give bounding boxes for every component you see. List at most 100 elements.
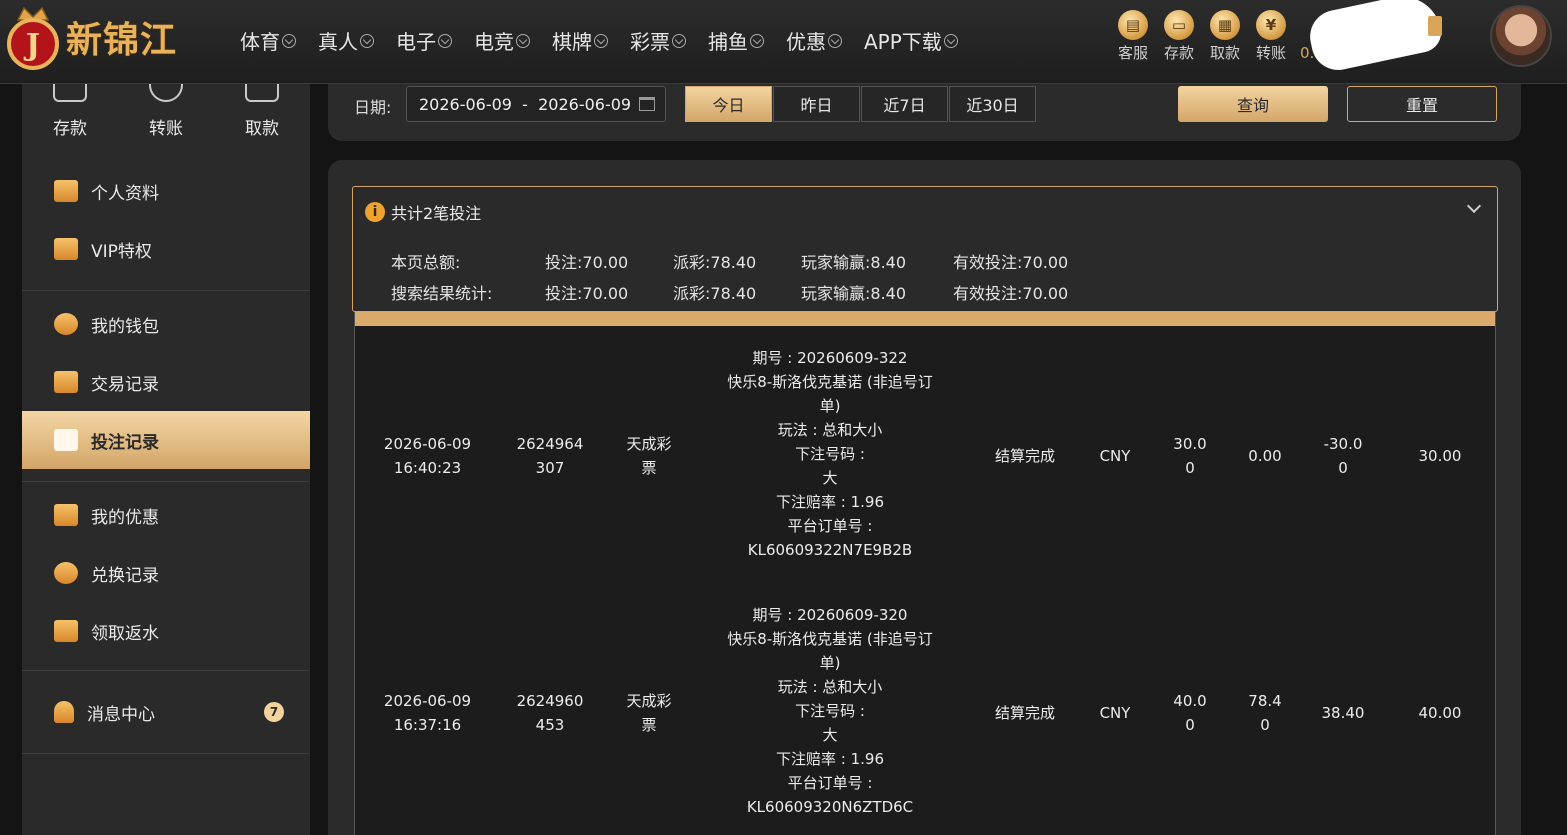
nav-fishing[interactable]: 捕鱼 [708, 26, 764, 55]
quick-transfer[interactable]: ¥ 转账 [1248, 10, 1294, 63]
withdraw-icon [245, 84, 279, 102]
sidebar-item-messages[interactable]: 消息中心 7 [22, 675, 310, 749]
summary-label: 本页总额: [391, 253, 461, 272]
bet-valid-amount: 40.00 [1418, 704, 1462, 722]
document-icon [54, 429, 78, 451]
sidebar-item-vip[interactable]: VIP特权 [22, 220, 310, 278]
chevron-down-icon [360, 33, 374, 48]
bet-payout: 78.4 0 [1248, 692, 1282, 734]
reset-button[interactable]: 重置 [1347, 86, 1497, 122]
sidebar-action-label: 转账 [149, 119, 183, 139]
sidebar-withdraw[interactable]: 取款 [214, 84, 310, 146]
bet-detail: 期号 : 20260609-320 快乐8-斯洛伐克基诺 (非追号订 单) 玩法… [727, 606, 933, 816]
range-yesterday-button[interactable]: 昨日 [773, 86, 860, 122]
nav-label: 捕鱼 [708, 30, 748, 54]
brand-name: 新锦江 [66, 19, 178, 61]
document-icon [54, 620, 78, 642]
sidebar-item-rebate[interactable]: 领取返水 [22, 602, 310, 660]
account-sidebar: 存款 转账 取款 个人资料 VIP特权 我的钱包 交易记录 投注记录 我的优惠 … [22, 84, 310, 835]
range-today-button[interactable]: 今日 [685, 86, 772, 122]
chevron-down-icon[interactable] [1466, 198, 1482, 214]
summary-valid-bet: 有效投注:70.00 [953, 253, 1069, 272]
sidebar-group-messages: 消息中心 7 [22, 670, 310, 754]
nav-label: 真人 [318, 30, 358, 54]
date-range-value: 2026-06-09 - 2026-06-09 [419, 94, 632, 114]
sidebar-item-label: VIP特权 [91, 241, 152, 262]
nav-sports[interactable]: 体育 [240, 26, 296, 55]
bet-game: 天成彩票 [626, 435, 672, 477]
bet-currency: CNY [1099, 704, 1131, 722]
sidebar-item-label: 消息中心 [87, 704, 155, 725]
sidebar-item-label: 兑换记录 [91, 565, 159, 586]
sidebar-group-finance: 我的钱包 交易记录 投注记录 [22, 290, 310, 473]
quick-links: ▤ 客服 ▭ 存款 ▦ 取款 ¥ 转账 [1110, 10, 1294, 63]
nav-app-download[interactable]: APP下载 [864, 26, 958, 55]
bell-icon [54, 701, 74, 723]
table-row[interactable]: 2026-06-09 16:37:16 2624960 453 天成彩票 期号 : … [355, 583, 1495, 835]
nav-label: 棋牌 [552, 30, 592, 54]
quick-withdraw[interactable]: ▦ 取款 [1202, 10, 1248, 63]
chevron-down-icon [943, 33, 958, 48]
atm-icon: ▦ [1210, 10, 1240, 40]
document-icon [54, 371, 78, 393]
range-30days-button[interactable]: 近30日 [949, 86, 1036, 122]
nav-promotions[interactable]: 优惠 [786, 26, 842, 55]
chevron-down-icon [516, 33, 530, 48]
date-range-picker[interactable]: 2026-06-09 - 2026-06-09 [406, 86, 666, 122]
nav-label: 体育 [240, 30, 280, 54]
sidebar-item-transactions[interactable]: 交易记录 [22, 353, 310, 411]
info-icon: i [365, 202, 385, 222]
table-header [355, 312, 1495, 326]
sidebar-item-wallet[interactable]: 我的钱包 [22, 295, 310, 353]
chevron-down-icon [828, 33, 842, 48]
summary-header: i 共计2笔投注 [365, 200, 481, 224]
sidebar-deposit[interactable]: 存款 [22, 84, 118, 146]
sidebar-item-profile[interactable]: 个人资料 [22, 162, 310, 220]
sidebar-group-promos: 我的优惠 兑换记录 领取返水 [22, 481, 310, 664]
sidebar-group-profile: 个人资料 VIP特权 [22, 146, 310, 282]
nav-label: 电竞 [474, 30, 514, 54]
summary-bet: 投注:70.00 [545, 253, 629, 272]
sidebar-item-my-promos[interactable]: 我的优惠 [22, 486, 310, 544]
brand-logo[interactable]: J 新锦江 [4, 4, 177, 70]
nav-lottery[interactable]: 彩票 [630, 26, 686, 55]
summary-player-win: 玩家输赢:8.40 [801, 284, 907, 303]
table-row[interactable]: 2026-06-09 16:40:23 2624964 307 天成彩票 期号 : … [355, 326, 1495, 583]
wallet-icon: ▭ [1164, 10, 1194, 40]
balance-refresh-icon[interactable] [1428, 16, 1442, 36]
quick-label: 转账 [1255, 44, 1286, 62]
sidebar-item-label: 领取返水 [91, 623, 159, 644]
top-header: J 新锦江 体育 真人 电子 电竞 棋牌 彩票 捕鱼 优惠 APP下载 ▤ 客服… [0, 0, 1567, 84]
bet-summary: i 共计2笔投注 本页总额: 投注:70.00 派彩:78.40 玩家输赢:8.… [352, 186, 1498, 312]
piggy-bank-icon [54, 313, 78, 335]
bet-detail: 期号 : 20260609-322 快乐8-斯洛伐克基诺 (非追号订 单) 玩法… [727, 349, 933, 559]
summary-title: 共计2笔投注 [391, 204, 482, 223]
nav-live-casino[interactable]: 真人 [318, 26, 374, 55]
query-button[interactable]: 查询 [1178, 86, 1328, 122]
nav-slots[interactable]: 电子 [396, 26, 452, 55]
yuan-icon: ¥ [1256, 10, 1286, 40]
sidebar-transfer[interactable]: 转账 [118, 84, 214, 146]
range-7days-button[interactable]: 近7日 [861, 86, 948, 122]
chevron-down-icon [438, 33, 452, 48]
bet-status: 结算完成 [994, 704, 1055, 722]
avatar[interactable] [1490, 5, 1552, 67]
nav-esports[interactable]: 电竞 [474, 26, 530, 55]
nav-chess[interactable]: 棋牌 [552, 26, 608, 55]
chevron-down-icon [282, 33, 296, 48]
summary-player-win: 玩家输赢:8.40 [801, 253, 907, 272]
quick-deposit[interactable]: ▭ 存款 [1156, 10, 1202, 63]
chat-icon: ▤ [1118, 10, 1148, 40]
bet-currency: CNY [1099, 447, 1131, 465]
sidebar-item-bet-records[interactable]: 投注记录 [22, 411, 310, 469]
bet-status: 结算完成 [994, 447, 1055, 465]
nav-label: 电子 [396, 30, 436, 54]
id-card-icon [54, 180, 78, 202]
sidebar-item-label: 我的钱包 [91, 316, 159, 337]
summary-label: 搜索结果统计: [391, 284, 493, 303]
bet-player-win: -30.0 0 [1323, 435, 1363, 477]
quick-customer-service[interactable]: ▤ 客服 [1110, 10, 1156, 63]
summary-payout: 派彩:78.40 [673, 253, 757, 272]
bet-payout: 0.00 [1248, 447, 1282, 465]
sidebar-item-redeem-records[interactable]: 兑换记录 [22, 544, 310, 602]
